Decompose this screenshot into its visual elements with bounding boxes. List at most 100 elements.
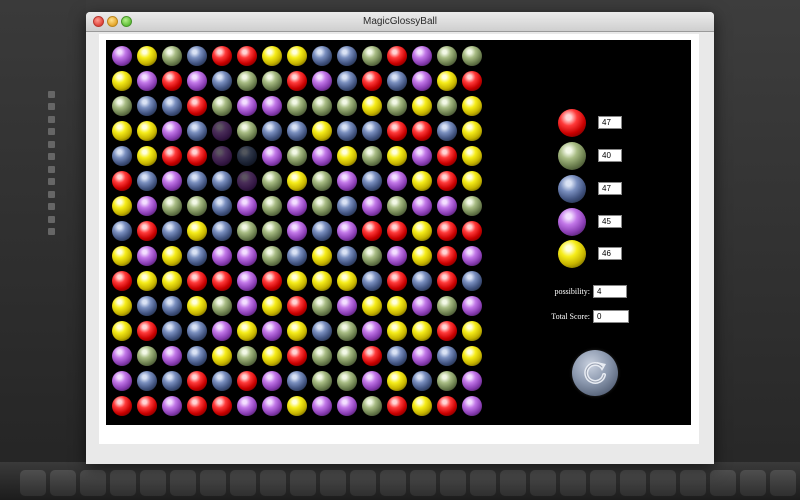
red-ball[interactable] bbox=[437, 221, 457, 241]
blue-ball[interactable] bbox=[437, 121, 457, 141]
blue-ball[interactable] bbox=[387, 71, 407, 91]
yellow-ball[interactable] bbox=[462, 346, 482, 366]
red-ball[interactable] bbox=[212, 271, 232, 291]
dock-app-icon[interactable] bbox=[290, 470, 316, 496]
blue-ball[interactable] bbox=[212, 171, 232, 191]
green-ball[interactable] bbox=[337, 371, 357, 391]
dock-app-icon[interactable] bbox=[170, 470, 196, 496]
blue-ball[interactable] bbox=[312, 46, 332, 66]
blue-ball[interactable] bbox=[362, 121, 382, 141]
green-ball[interactable] bbox=[362, 46, 382, 66]
purple-ball[interactable] bbox=[262, 146, 282, 166]
yellow-ball[interactable] bbox=[262, 46, 282, 66]
green-ball[interactable] bbox=[187, 196, 207, 216]
yellow-ball[interactable] bbox=[162, 246, 182, 266]
blue-ball[interactable] bbox=[337, 46, 357, 66]
dock-app-icon[interactable] bbox=[470, 470, 496, 496]
purple-ball[interactable] bbox=[262, 396, 282, 416]
purple-ball[interactable] bbox=[237, 196, 257, 216]
yellow-ball[interactable] bbox=[362, 296, 382, 316]
red-ball[interactable] bbox=[212, 46, 232, 66]
dock-app-icon[interactable] bbox=[200, 470, 226, 496]
green-ball[interactable] bbox=[262, 71, 282, 91]
blue-ball[interactable] bbox=[137, 171, 157, 191]
dock-app-icon[interactable] bbox=[740, 470, 766, 496]
purple-ball[interactable] bbox=[312, 71, 332, 91]
purple-ball[interactable] bbox=[412, 346, 432, 366]
dock-app-icon[interactable] bbox=[500, 470, 526, 496]
green-ball[interactable] bbox=[287, 146, 307, 166]
yellow-ball[interactable] bbox=[462, 146, 482, 166]
green-ball[interactable] bbox=[312, 196, 332, 216]
dock-app-icon[interactable] bbox=[320, 470, 346, 496]
blue-ball[interactable] bbox=[362, 171, 382, 191]
blue-ball[interactable] bbox=[137, 371, 157, 391]
yellow-ball[interactable] bbox=[387, 371, 407, 391]
red-ball[interactable] bbox=[162, 71, 182, 91]
purple-ball[interactable] bbox=[137, 196, 157, 216]
green-ball[interactable] bbox=[337, 346, 357, 366]
yellow-ball[interactable] bbox=[137, 271, 157, 291]
purple-ball[interactable] bbox=[212, 121, 232, 141]
yellow-ball[interactable] bbox=[362, 96, 382, 116]
yellow-ball[interactable] bbox=[162, 271, 182, 291]
dock-app-icon[interactable] bbox=[350, 470, 376, 496]
blue-ball[interactable] bbox=[362, 271, 382, 291]
yellow-ball[interactable] bbox=[312, 246, 332, 266]
purple-ball[interactable] bbox=[462, 296, 482, 316]
red-ball[interactable] bbox=[387, 221, 407, 241]
purple-ball[interactable] bbox=[237, 171, 257, 191]
green-ball[interactable] bbox=[237, 346, 257, 366]
red-ball[interactable] bbox=[462, 221, 482, 241]
yellow-ball[interactable] bbox=[337, 146, 357, 166]
yellow-ball[interactable] bbox=[462, 171, 482, 191]
blue-ball[interactable] bbox=[187, 46, 207, 66]
purple-ball[interactable] bbox=[312, 146, 332, 166]
green-ball[interactable] bbox=[362, 246, 382, 266]
blue-ball[interactable] bbox=[112, 221, 132, 241]
dock-app-icon[interactable] bbox=[560, 470, 586, 496]
blue-ball[interactable] bbox=[137, 296, 157, 316]
red-ball[interactable] bbox=[437, 171, 457, 191]
green-ball[interactable] bbox=[362, 396, 382, 416]
purple-ball[interactable] bbox=[237, 96, 257, 116]
purple-ball[interactable] bbox=[387, 171, 407, 191]
red-ball[interactable] bbox=[387, 271, 407, 291]
yellow-ball[interactable] bbox=[112, 121, 132, 141]
yellow-ball[interactable] bbox=[137, 146, 157, 166]
blue-ball[interactable] bbox=[187, 246, 207, 266]
yellow-ball[interactable] bbox=[137, 121, 157, 141]
blue-ball[interactable] bbox=[112, 146, 132, 166]
blue-ball[interactable] bbox=[337, 196, 357, 216]
red-ball[interactable] bbox=[137, 221, 157, 241]
green-ball[interactable] bbox=[237, 71, 257, 91]
red-ball[interactable] bbox=[362, 221, 382, 241]
red-ball[interactable] bbox=[437, 271, 457, 291]
red-ball[interactable] bbox=[112, 171, 132, 191]
blue-ball[interactable] bbox=[312, 221, 332, 241]
yellow-ball[interactable] bbox=[287, 396, 307, 416]
yellow-ball[interactable] bbox=[112, 246, 132, 266]
green-ball[interactable] bbox=[237, 121, 257, 141]
purple-ball[interactable] bbox=[287, 196, 307, 216]
yellow-ball[interactable] bbox=[237, 321, 257, 341]
green-ball[interactable] bbox=[437, 46, 457, 66]
purple-ball[interactable] bbox=[237, 396, 257, 416]
green-ball[interactable] bbox=[362, 146, 382, 166]
blue-ball[interactable] bbox=[137, 96, 157, 116]
green-ball[interactable] bbox=[137, 346, 157, 366]
dock-app-icon[interactable] bbox=[260, 470, 286, 496]
yellow-ball[interactable] bbox=[462, 321, 482, 341]
yellow-ball[interactable] bbox=[112, 71, 132, 91]
blue-ball[interactable] bbox=[437, 346, 457, 366]
blue-ball[interactable] bbox=[187, 346, 207, 366]
purple-ball[interactable] bbox=[337, 396, 357, 416]
dock-app-icon[interactable] bbox=[80, 470, 106, 496]
purple-ball[interactable] bbox=[262, 96, 282, 116]
green-ball[interactable] bbox=[262, 196, 282, 216]
green-ball[interactable] bbox=[337, 321, 357, 341]
red-ball[interactable] bbox=[187, 271, 207, 291]
blue-ball[interactable] bbox=[162, 221, 182, 241]
yellow-ball[interactable] bbox=[412, 171, 432, 191]
purple-ball[interactable] bbox=[112, 46, 132, 66]
